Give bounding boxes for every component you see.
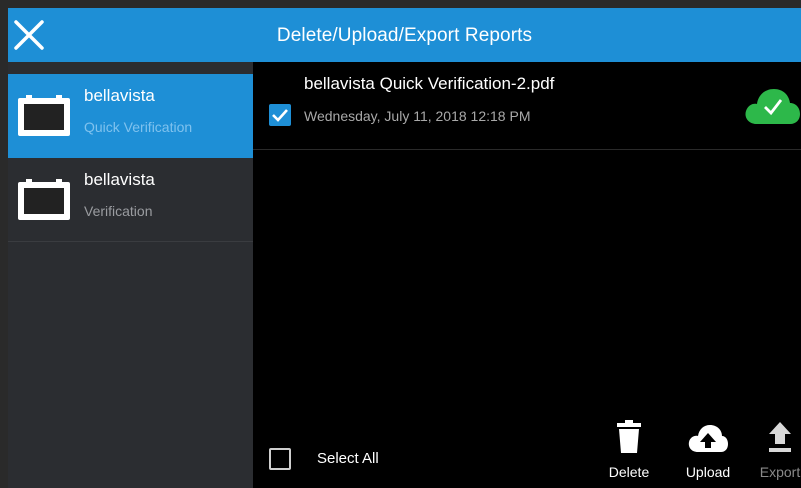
list-item[interactable]: bellavista Quick Verification-2.pdf Wedn… xyxy=(253,62,801,150)
app-header: Delete/Upload/Export Reports xyxy=(8,8,801,62)
export-label: Export xyxy=(759,464,801,480)
app-window: Delete/Upload/Export Reports bellavista … xyxy=(0,0,801,488)
trash-icon xyxy=(617,420,641,453)
export-icon xyxy=(769,422,791,452)
select-all-checkbox[interactable] xyxy=(269,448,291,470)
sidebar-item-name: bellavista xyxy=(84,170,155,189)
divider xyxy=(8,241,253,242)
delete-button[interactable]: Delete xyxy=(599,414,659,484)
check-icon xyxy=(272,109,288,122)
cloud-upload-icon xyxy=(688,425,728,452)
sidebar-item-subtitle: Quick Verification xyxy=(84,119,193,135)
sidebar-item-verification[interactable]: bellavista Verification xyxy=(8,158,253,242)
page-title: Delete/Upload/Export Reports xyxy=(276,25,533,46)
device-icon xyxy=(18,179,70,220)
sidebar: bellavista Quick Verification bellavista… xyxy=(8,62,253,488)
file-checkbox[interactable] xyxy=(269,104,291,126)
export-button[interactable]: Export xyxy=(753,414,801,484)
cloud-check-icon xyxy=(745,89,800,124)
device-icon xyxy=(18,95,70,136)
upload-button[interactable]: Upload xyxy=(675,414,741,484)
sidebar-item-quick-verification[interactable]: bellavista Quick Verification xyxy=(8,74,253,158)
upload-label: Upload xyxy=(685,464,731,480)
sidebar-item-subtitle: Verification xyxy=(84,203,153,219)
sidebar-item-name: bellavista xyxy=(84,86,155,105)
file-name: bellavista Quick Verification-2.pdf xyxy=(304,74,555,93)
file-date: Wednesday, July 11, 2018 12:18 PM xyxy=(304,108,531,124)
select-all-label: Select All xyxy=(317,450,379,467)
delete-label: Delete xyxy=(608,464,650,480)
report-list: bellavista Quick Verification-2.pdf Wedn… xyxy=(253,62,801,488)
